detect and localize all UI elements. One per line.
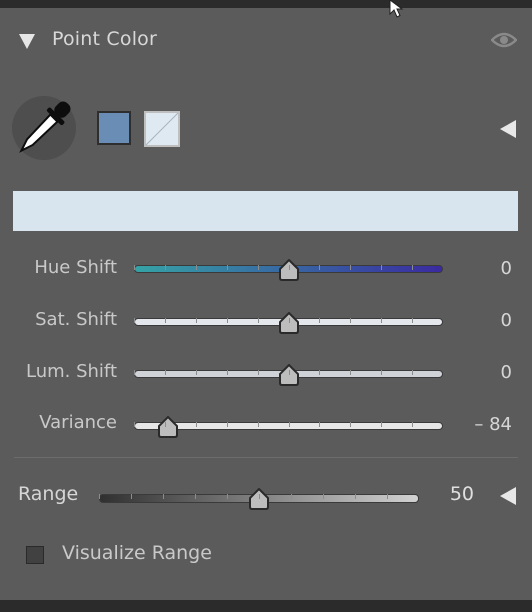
slider-label: Variance (39, 412, 117, 433)
visualize-range-label[interactable]: Visualize Range (62, 542, 212, 564)
section-divider (14, 457, 518, 458)
slider-value: 0 (500, 362, 512, 383)
slider-ticks (134, 363, 444, 375)
range-label: Range (18, 483, 79, 505)
color-swatch-secondary[interactable] (144, 111, 180, 147)
slider-value: 0 (500, 258, 512, 279)
slider-value: – 84 (474, 414, 512, 435)
slider-label: Lum. Shift (25, 361, 117, 382)
slider-ticks (134, 415, 444, 427)
triangle-left-icon[interactable] (500, 120, 516, 138)
triangle-down-icon[interactable] (19, 34, 35, 49)
visualize-range-checkbox[interactable] (26, 546, 44, 564)
mouse-cursor-icon (389, 0, 404, 18)
panel-top-border (0, 0, 532, 8)
eye-icon[interactable] (491, 31, 517, 49)
slider-ticks (134, 258, 444, 270)
eyedropper-button[interactable] (12, 96, 76, 160)
eyedropper-icon (19, 101, 71, 153)
range-value: 50 (449, 483, 474, 505)
slider-value: 0 (500, 310, 512, 331)
swatch-diagonal-line (146, 113, 178, 145)
panel-bottom-border (0, 600, 532, 612)
panel-title: Point Color (52, 28, 158, 50)
slider-label: Hue Shift (34, 257, 117, 278)
panel-header[interactable]: Point Color (0, 22, 532, 62)
slider-ticks (134, 311, 444, 323)
triangle-left-icon[interactable] (500, 487, 516, 505)
selected-color-bar (13, 191, 518, 231)
slider-label: Sat. Shift (35, 309, 117, 330)
range-ticks (99, 487, 420, 499)
color-swatch-primary[interactable] (97, 111, 131, 145)
